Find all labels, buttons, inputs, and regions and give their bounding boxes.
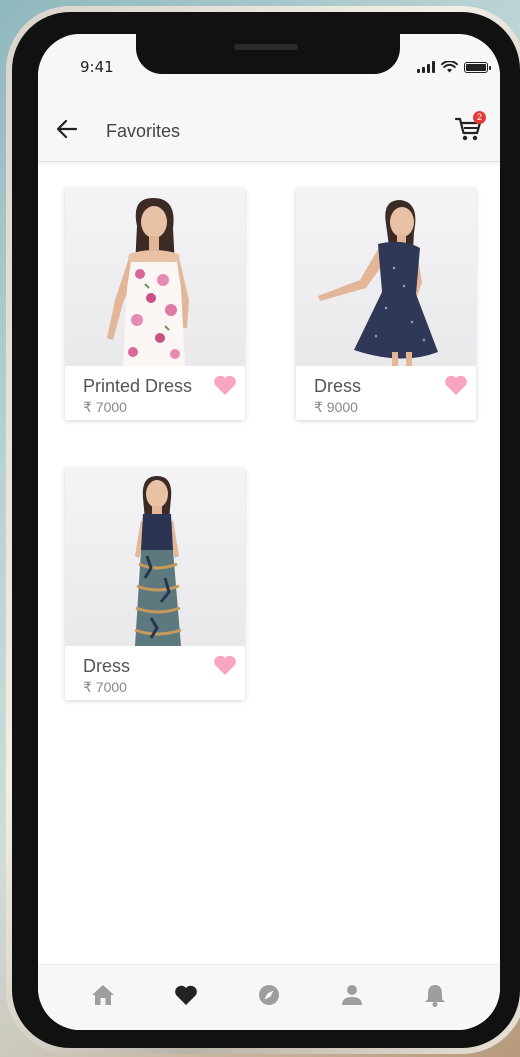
arrow-left-icon bbox=[56, 119, 78, 139]
cart-button[interactable]: 2 bbox=[454, 111, 486, 144]
app-bar: Favorites 2 bbox=[38, 96, 500, 162]
cellular-signal-icon bbox=[417, 61, 435, 73]
product-image bbox=[296, 188, 476, 366]
heart-icon bbox=[214, 655, 236, 675]
product-image bbox=[65, 188, 245, 366]
home-icon bbox=[92, 984, 115, 1005]
back-button[interactable] bbox=[54, 116, 80, 142]
phone-frame: 9:41 Favorites 2 Printed Dress ₹ 7000 Dr… bbox=[6, 6, 520, 1054]
nav-home[interactable] bbox=[89, 981, 117, 1009]
bottom-navigation bbox=[38, 964, 500, 1030]
heart-icon bbox=[445, 375, 467, 395]
nav-favorites[interactable] bbox=[172, 981, 200, 1009]
product-info: Printed Dress ₹ 7000 bbox=[65, 366, 245, 420]
favorite-button[interactable] bbox=[444, 374, 468, 396]
product-info: Dress ₹ 7000 bbox=[65, 646, 245, 700]
status-icons bbox=[417, 61, 491, 73]
favorite-card[interactable]: Printed Dress ₹ 7000 bbox=[65, 188, 245, 420]
cart-count-badge: 2 bbox=[473, 111, 486, 124]
nav-profile[interactable] bbox=[338, 981, 366, 1009]
favorite-card[interactable]: Dress ₹ 9000 bbox=[296, 188, 476, 420]
favorite-button[interactable] bbox=[213, 654, 237, 676]
product-info: Dress ₹ 9000 bbox=[296, 366, 476, 420]
product-image bbox=[65, 468, 245, 646]
heart-icon bbox=[175, 985, 197, 1005]
app-screen: 9:41 Favorites 2 Printed Dress ₹ 7000 Dr… bbox=[38, 34, 500, 1030]
battery-icon bbox=[464, 62, 491, 73]
product-price: ₹ 7000 bbox=[83, 399, 127, 415]
wifi-icon bbox=[441, 61, 458, 73]
favorite-button[interactable] bbox=[213, 374, 237, 396]
product-price: ₹ 9000 bbox=[314, 399, 358, 415]
speaker-grille bbox=[234, 44, 298, 50]
favorite-card[interactable]: Dress ₹ 7000 bbox=[65, 468, 245, 700]
phone-bezel: 9:41 Favorites 2 Printed Dress ₹ 7000 Dr… bbox=[12, 12, 520, 1048]
heart-icon bbox=[214, 375, 236, 395]
notch bbox=[136, 34, 400, 74]
nav-notifications[interactable] bbox=[421, 981, 449, 1009]
bell-icon bbox=[424, 984, 445, 1007]
person-icon bbox=[341, 984, 362, 1005]
compass-icon bbox=[258, 984, 279, 1005]
status-time: 9:41 bbox=[80, 58, 114, 76]
product-price: ₹ 7000 bbox=[83, 679, 127, 695]
page-title: Favorites bbox=[106, 121, 181, 141]
nav-explore[interactable] bbox=[255, 981, 283, 1009]
